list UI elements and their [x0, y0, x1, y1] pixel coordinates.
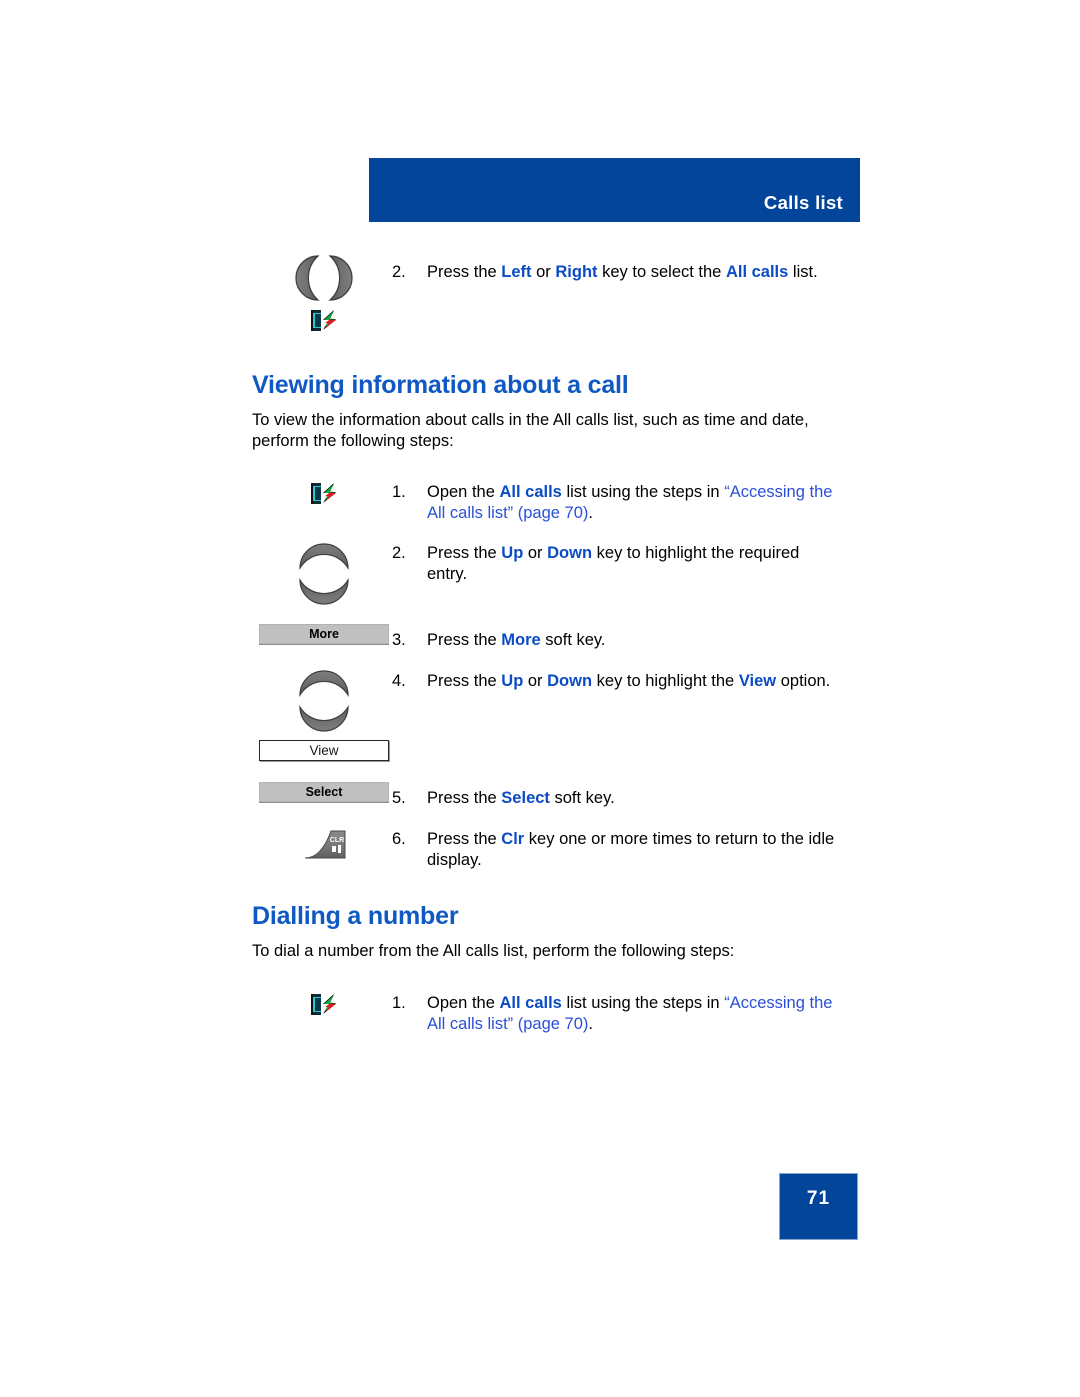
- step-number: 6.: [392, 830, 406, 848]
- step-text: Open the All calls list using the steps …: [427, 482, 837, 524]
- step-text-part: Press the: [427, 544, 502, 562]
- keyword-all-calls: All calls: [725, 263, 789, 281]
- step-text-part: Press the: [427, 830, 502, 848]
- step-text-part: key to highlight the: [592, 672, 739, 690]
- step-text-part: Press the: [427, 789, 502, 807]
- step-text-part: .: [588, 1015, 593, 1033]
- step-text-part: Press the: [427, 672, 502, 690]
- step-number: 5.: [392, 789, 406, 807]
- keyword-up: Up: [501, 544, 524, 562]
- step-number: 4.: [392, 672, 406, 690]
- step-text-part: .: [588, 504, 593, 522]
- keyword-view: View: [738, 672, 777, 690]
- keyword-all-calls: All calls: [499, 994, 562, 1012]
- page-number: 71: [806, 1188, 831, 1209]
- svg-text:CLR: CLR: [330, 837, 344, 844]
- step-number: 2.: [392, 544, 406, 562]
- header-title: Calls list: [763, 192, 843, 213]
- step-text: Press the Up or Down key to highlight th…: [427, 543, 837, 585]
- section-intro-dialling: To dial a number from the All calls list…: [252, 942, 735, 960]
- step-text: Press the Clr key one or more times to r…: [427, 829, 837, 871]
- section-intro-viewing: To view the information about calls in t…: [252, 411, 809, 450]
- step-text-part: soft key.: [540, 631, 606, 649]
- keyword-select: Select: [501, 789, 550, 807]
- step-text-part: Press the: [427, 263, 502, 281]
- step-text: Press the Left or Right key to select th…: [427, 262, 827, 283]
- step-number: 1.: [392, 994, 406, 1012]
- section-heading-dialling: Dialling a number: [252, 902, 459, 930]
- keyword-down: Down: [547, 672, 593, 690]
- step-text-part: Press the: [427, 631, 502, 649]
- keyword-right: Right: [555, 263, 598, 281]
- step-text-part: soft key.: [549, 789, 615, 807]
- step-text-part: or: [531, 263, 556, 281]
- step-number: 3.: [392, 631, 406, 649]
- softkey-select-button[interactable]: Select: [259, 782, 389, 802]
- step-text: Press the Select soft key.: [427, 788, 827, 809]
- step-text-part: list using the steps in: [561, 994, 725, 1012]
- step-text-part: or: [523, 672, 548, 690]
- step-text: Open the All calls list using the steps …: [427, 993, 837, 1035]
- keyword-left: Left: [501, 263, 532, 281]
- keyword-up: Up: [501, 672, 524, 690]
- keyword-more: More: [501, 631, 541, 649]
- section-heading-viewing: Viewing information about a call: [252, 371, 629, 399]
- step-text-part: option.: [776, 672, 831, 690]
- step-text: Press the More soft key.: [427, 630, 827, 651]
- step-text-part: key to select the: [597, 263, 726, 281]
- keyword-down: Down: [547, 544, 593, 562]
- step-text-part: list using the steps in: [561, 483, 725, 501]
- navigation-up-down-key-icon: [296, 534, 352, 614]
- softkey-view-button[interactable]: View: [259, 740, 389, 761]
- step-text-part: or: [523, 544, 548, 562]
- page-header-banner: Calls list: [369, 158, 860, 222]
- calls-list-key-icon: [310, 308, 342, 334]
- step-text-part: list.: [788, 263, 818, 281]
- navigation-up-down-key-icon: [296, 661, 352, 741]
- softkey-more-button[interactable]: More: [259, 624, 389, 644]
- step-text-part: Open the: [427, 483, 500, 501]
- keyword-all-calls: All calls: [499, 483, 562, 501]
- keyword-clr: Clr: [501, 830, 525, 848]
- step-number: 2.: [392, 263, 406, 281]
- navigation-left-right-key-icon: [282, 252, 366, 304]
- step-text: Press the Up or Down key to highlight th…: [427, 671, 837, 692]
- step-text-part: Open the: [427, 994, 500, 1012]
- step-number: 1.: [392, 483, 406, 501]
- clr-key-icon: CLR: [301, 828, 349, 862]
- calls-list-key-icon: [310, 992, 342, 1018]
- page-number-box: 71: [779, 1173, 858, 1240]
- document-page: Calls list 2. Press the Left or Right ke…: [0, 0, 1080, 1397]
- calls-list-key-icon: [310, 481, 342, 507]
